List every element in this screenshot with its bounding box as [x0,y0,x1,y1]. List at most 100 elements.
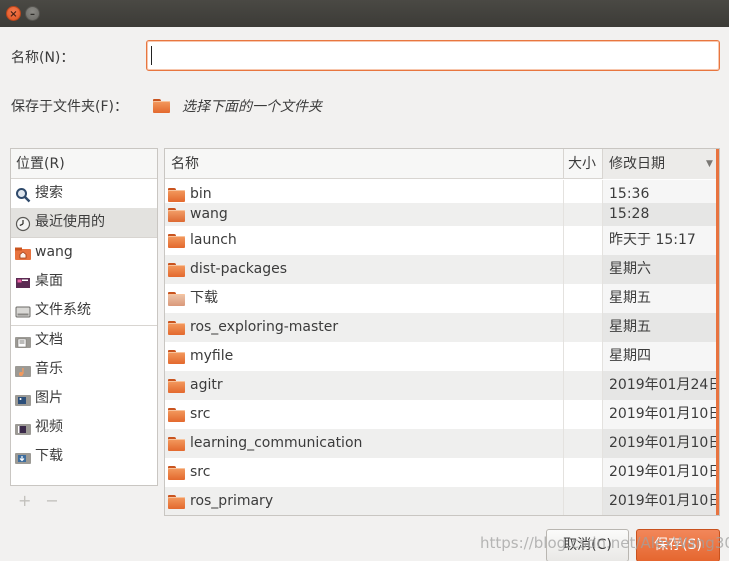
drive-icon [15,302,31,318]
file-name: src [190,406,211,422]
minimize-icon[interactable]: – [25,6,40,21]
place-pictures[interactable]: 图片 [11,384,157,413]
file-name: src [190,464,211,480]
file-size [563,203,602,226]
file-name: 下载 [190,290,218,306]
folder-icon [168,494,185,509]
file-name: agitr [190,377,223,393]
search-icon [15,185,31,203]
place-downloads[interactable]: 下载 [11,442,157,471]
place-search[interactable]: 搜索 [11,179,157,208]
file-name: launch [190,232,237,248]
file-size [563,342,602,371]
place-filesystem[interactable]: 文件系统 [11,296,157,325]
place-videos[interactable]: 视频 [11,413,157,442]
pictures-icon [15,390,31,406]
file-modified: 昨天于 15:17 [602,226,717,255]
file-modified: 15:28 [602,203,717,226]
file-modified: 2019年01月10日 [602,400,719,429]
places-header: 位置(R) [11,149,157,179]
file-list: 名称 大小 修改日期 ▼ bin 15:36 wang 15:28 launch … [164,148,720,516]
column-size[interactable]: 大小 [563,149,601,179]
file-row[interactable]: myfile 星期四 [165,342,717,371]
file-row[interactable]: ros_primary 2019年01月10日 [165,487,719,515]
cancel-button[interactable]: 取消(C) [546,529,629,561]
column-modified-label: 修改日期 [609,156,665,172]
folder-icon [168,349,185,364]
file-modified: 星期五 [602,284,717,313]
file-size [563,400,602,429]
file-modified: 星期四 [602,342,717,371]
place-label: 桌面 [35,273,63,289]
file-row[interactable]: 下载 星期五 [165,284,717,313]
file-size [563,284,602,313]
folder-icon [168,320,185,335]
place-label: 下载 [35,448,63,464]
downloads-folder-icon [168,291,185,306]
downloads-icon [15,448,31,464]
place-label: 图片 [35,390,63,406]
folder-icon [168,233,185,248]
file-name: myfile [190,348,234,364]
file-name-input[interactable] [146,40,720,71]
places-sidebar: 位置(R) 搜索 最近使用的 wang 桌面 文件系统 文档 音乐 图片 视频 … [10,148,158,486]
file-modified: 2019年01月10日 [602,487,719,515]
file-list-header: 名称 大小 修改日期 ▼ [165,149,719,179]
file-name: wang [190,206,228,222]
recent-icon [15,214,31,232]
folder-icon [153,99,170,113]
file-modified: 星期六 [602,255,717,284]
folder-icon [168,187,185,202]
close-icon[interactable]: × [6,6,21,21]
save-button[interactable]: 保存(S) [636,529,720,561]
column-name[interactable]: 名称 [171,149,199,179]
text-caret [151,46,152,65]
place-label: 搜索 [35,185,63,201]
home-folder-icon [168,207,185,222]
place-label: 文件系统 [35,302,91,318]
documents-icon [15,332,31,348]
file-name: dist-packages [190,261,288,277]
file-modified: 2019年01月10日 [602,429,719,458]
file-name: learning_communication [190,435,363,451]
videos-icon [15,419,31,435]
add-bookmark-button[interactable]: + [18,491,45,510]
file-name: ros_exploring-master [190,319,339,335]
place-desktop[interactable]: 桌面 [11,267,157,296]
place-recent[interactable]: 最近使用的 [11,208,157,237]
folder-icon [168,378,185,393]
place-label: 音乐 [35,361,63,377]
file-row[interactable]: ros_exploring-master 星期五 [165,313,717,342]
place-documents[interactable]: 文档 [11,326,157,355]
file-modified: 2019年01月24日 [602,371,719,400]
file-row[interactable]: agitr 2019年01月24日 [165,371,719,400]
file-size [563,429,602,458]
folder-icon [168,262,185,277]
desktop-icon [15,273,31,289]
file-modified: 星期五 [602,313,717,342]
file-row[interactable]: dist-packages 星期六 [165,255,717,284]
file-size [563,371,602,400]
file-size [563,313,602,342]
name-label: 名称(N)： [11,50,75,66]
file-row[interactable]: learning_communication 2019年01月10日 [165,429,719,458]
column-modified[interactable]: 修改日期 ▼ [602,149,718,179]
file-modified: 2019年01月10日 [602,458,719,487]
file-size [563,487,602,515]
save-in-folder-selector[interactable]: 选择下面的一个文件夹 [153,96,322,116]
file-row[interactable]: src 2019年01月10日 [165,458,719,487]
file-size [563,458,602,487]
file-row[interactable]: src 2019年01月10日 [165,400,719,429]
save-in-value: 选择下面的一个文件夹 [182,99,322,115]
place-music[interactable]: 音乐 [11,355,157,384]
remove-bookmark-button[interactable]: − [45,491,72,510]
file-name: bin [190,186,212,202]
file-size [563,255,602,284]
file-row[interactable]: launch 昨天于 15:17 [165,226,717,255]
scrollbar[interactable] [716,149,719,515]
place-home[interactable]: wang [11,238,157,267]
file-row[interactable]: wang 15:28 [165,203,717,226]
file-name: ros_primary [190,493,274,509]
music-icon [15,361,31,377]
save-in-label: 保存于文件夹(F)： [11,99,128,115]
